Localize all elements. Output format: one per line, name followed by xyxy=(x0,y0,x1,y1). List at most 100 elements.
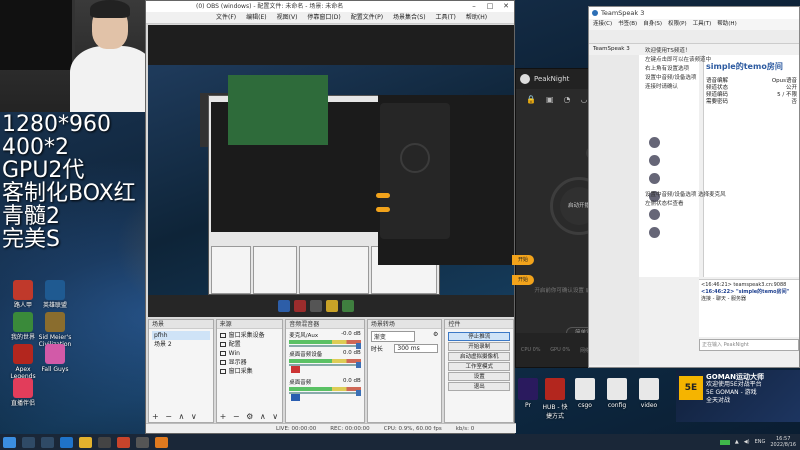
duration-input[interactable]: 300 ms xyxy=(394,344,439,353)
ts-menu-self[interactable]: 自身(S) xyxy=(643,19,662,30)
app-taskbar-icon[interactable] xyxy=(136,436,149,448)
ts-chat-input[interactable]: 正在输入 PeakNight xyxy=(699,339,799,351)
sources-title: 来源 xyxy=(216,320,283,329)
desktop-icon-label: Pr xyxy=(525,402,531,409)
desktop-icon[interactable]: config xyxy=(602,378,632,409)
maximize-icon[interactable]: □ xyxy=(482,1,498,12)
start-recording-button[interactable]: 开始录制 xyxy=(448,342,510,351)
studio-mode-button[interactable]: 工作室模式 xyxy=(448,362,510,371)
search-icon[interactable] xyxy=(22,436,35,448)
bag-icon[interactable]: ▣ xyxy=(546,95,554,104)
exit-button[interactable]: 退出 xyxy=(448,382,510,391)
ts-menu-bookmarks[interactable]: 书签(B) xyxy=(618,19,637,30)
task-view-icon[interactable] xyxy=(41,436,54,448)
rec-time: REC: 00:00:00 xyxy=(330,426,370,432)
desktop-icon[interactable]: 英雄联盟 xyxy=(38,280,72,309)
app-icon xyxy=(45,312,65,332)
preview-green-window xyxy=(228,75,328,145)
5e-notification-banner[interactable]: 5E GOMAN运动大师 欢迎使用5E对战平台 5E GOMAN - 游戏 全天… xyxy=(676,370,800,422)
menu-tools[interactable]: 工具(T) xyxy=(436,12,456,23)
obs-preview[interactable] xyxy=(148,25,514,317)
ts-left-column xyxy=(589,55,639,365)
live-time: LIVE: 00:00:00 xyxy=(276,426,317,432)
menu-docks[interactable]: 停靠窗口(D) xyxy=(307,12,340,23)
scenes-title: 场景 xyxy=(149,320,213,329)
volume-slider[interactable] xyxy=(289,362,361,368)
preview-peak-app xyxy=(376,103,450,239)
ts-tab[interactable]: TeamSpeak 3 xyxy=(593,44,630,54)
volume-meter xyxy=(289,387,361,391)
desktop-icon[interactable]: Pr xyxy=(513,378,543,409)
volume-meter xyxy=(289,340,361,344)
transition-settings-icon[interactable]: ⚙ xyxy=(433,331,438,342)
scene-item[interactable]: 场景 2 xyxy=(152,340,210,349)
desktop-icon[interactable]: 路人甲 xyxy=(6,280,40,309)
menu-profile[interactable]: 配置文件(P) xyxy=(351,12,383,23)
text-icon xyxy=(219,342,226,347)
source-item[interactable]: 配置 xyxy=(219,340,280,349)
scenes-dock: 场景 pfhh 场景 2 + − ∧ ∨ xyxy=(148,319,214,423)
ts-menu-tools[interactable]: 工具(T) xyxy=(693,19,712,30)
desktop-icon[interactable]: Fall Guys xyxy=(38,344,72,373)
edge-icon[interactable] xyxy=(60,436,73,448)
folder-icon[interactable] xyxy=(79,436,92,448)
mute-speaker-icon[interactable] xyxy=(291,366,301,373)
minimize-icon[interactable]: – xyxy=(466,1,482,12)
yellow-tab-button[interactable]: 开始 xyxy=(512,275,534,285)
ts-toolbar xyxy=(589,30,799,44)
controls-title: 控件 xyxy=(445,320,513,329)
scene-item[interactable]: pfhh xyxy=(152,331,210,340)
desktop-icon[interactable]: Apex Legends xyxy=(6,344,40,380)
ts-title: TeamSpeak 3 xyxy=(601,9,645,17)
desktop-icon[interactable]: video xyxy=(634,378,664,409)
menu-view[interactable]: 视图(V) xyxy=(277,12,298,23)
ts-menu-help[interactable]: 帮助(H) xyxy=(717,19,736,30)
transitions-dock: 场景转场 渐变 ⚙ 时长 300 ms xyxy=(366,319,443,423)
lock-icon[interactable]: 🔒 xyxy=(526,95,536,104)
source-item[interactable]: 窗口采集设备 xyxy=(219,331,280,340)
speaker-icon[interactable] xyxy=(291,394,301,401)
bell-icon[interactable]: ◔ xyxy=(564,95,571,104)
ts-menu-permissions[interactable]: 权限(P) xyxy=(668,19,687,30)
app-taskbar-icon[interactable] xyxy=(155,436,168,448)
menu-help[interactable]: 帮助(H) xyxy=(466,12,487,23)
desktop-icon-label: csgo xyxy=(578,402,592,409)
menu-file[interactable]: 文件(F) xyxy=(216,12,236,23)
webcam-person-body xyxy=(70,46,155,112)
close-icon[interactable]: ✕ xyxy=(498,1,514,12)
stop-streaming-button[interactable]: 停止推流 xyxy=(448,332,510,341)
preview-nested-desktop xyxy=(148,65,514,295)
source-item[interactable]: Win xyxy=(219,349,280,358)
obs-taskbar-icon[interactable] xyxy=(98,436,111,448)
yellow-tab-button[interactable]: 开始 xyxy=(512,255,534,265)
menu-edit[interactable]: 编辑(E) xyxy=(246,12,266,23)
volume-slider[interactable] xyxy=(289,343,361,349)
clock[interactable]: 16:57 2022/8/16 xyxy=(770,436,796,448)
ts-menu-connect[interactable]: 连接(C) xyxy=(593,19,612,30)
source-item[interactable]: 显示器 xyxy=(219,358,280,367)
desktop-icon[interactable]: Sid Meier's Civilization xyxy=(38,312,72,348)
app-taskbar-icon[interactable] xyxy=(117,436,130,448)
start-icon[interactable] xyxy=(3,436,16,448)
desktop-icon[interactable]: 我的世界 xyxy=(6,312,40,341)
obs-titlebar[interactable]: (0) OBS (windows) - 配置文件: 未命名 - 场景: 未命名 … xyxy=(146,1,514,12)
ts-titlebar[interactable]: TeamSpeak 3 xyxy=(589,7,799,19)
transition-select[interactable]: 渐变 xyxy=(370,331,415,342)
desktop-icon[interactable]: csgo xyxy=(570,378,600,409)
menu-scene-collection[interactable]: 场景集合(S) xyxy=(393,12,426,23)
language-indicator[interactable]: ENG xyxy=(755,439,766,445)
source-actions[interactable]: + − ⚙ ∧ ∨ xyxy=(220,412,280,421)
network-icon[interactable]: ▲ xyxy=(735,439,739,445)
settings-button[interactable]: 设置 xyxy=(448,372,510,381)
volume-slider[interactable] xyxy=(289,390,361,396)
headset-icon[interactable]: ◡ xyxy=(581,95,588,104)
virtual-camera-button[interactable]: 启动虚拟摄像机 xyxy=(448,352,510,361)
source-item[interactable]: 窗口采集 xyxy=(219,367,280,376)
desktop-icon[interactable]: HUB - 快捷方式 xyxy=(540,378,570,420)
scene-actions[interactable]: + − ∧ ∨ xyxy=(152,412,199,421)
desktop-icon[interactable]: 直播伴侣 xyxy=(6,378,40,407)
ts-menubar: 连接(C) 书签(B) 自身(S) 权限(P) 工具(T) 帮助(H) xyxy=(589,19,799,30)
window-capture-icon xyxy=(219,333,226,338)
volume-icon[interactable]: ◀) xyxy=(744,439,750,445)
battery-icon[interactable] xyxy=(719,439,730,445)
